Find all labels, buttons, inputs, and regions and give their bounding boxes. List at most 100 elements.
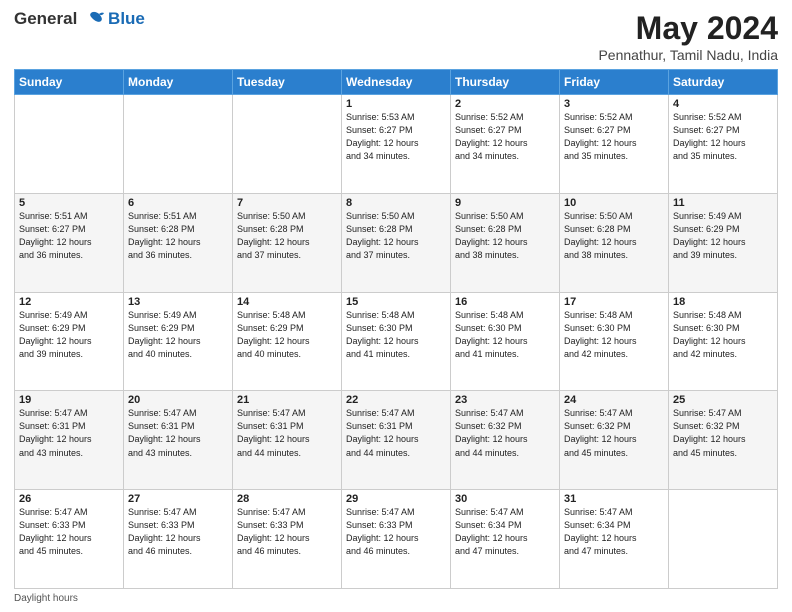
day-number: 18 — [673, 296, 773, 308]
logo-bird-icon — [83, 11, 105, 29]
calendar-cell: 1Sunrise: 5:53 AM Sunset: 6:27 PM Daylig… — [342, 95, 451, 194]
calendar-week-1: 1Sunrise: 5:53 AM Sunset: 6:27 PM Daylig… — [15, 95, 778, 194]
calendar-cell: 26Sunrise: 5:47 AM Sunset: 6:33 PM Dayli… — [15, 490, 124, 589]
calendar-cell: 12Sunrise: 5:49 AM Sunset: 6:29 PM Dayli… — [15, 292, 124, 391]
page: General Blue May 2024 Pennathur, Tamil N… — [0, 0, 792, 612]
calendar-cell: 18Sunrise: 5:48 AM Sunset: 6:30 PM Dayli… — [669, 292, 778, 391]
calendar-cell: 14Sunrise: 5:48 AM Sunset: 6:29 PM Dayli… — [233, 292, 342, 391]
day-info: Sunrise: 5:51 AM Sunset: 6:27 PM Dayligh… — [19, 210, 119, 262]
day-number: 20 — [128, 394, 228, 406]
logo-text: General — [14, 10, 105, 29]
day-number: 19 — [19, 394, 119, 406]
day-info: Sunrise: 5:47 AM Sunset: 6:31 PM Dayligh… — [346, 407, 446, 459]
day-info: Sunrise: 5:51 AM Sunset: 6:28 PM Dayligh… — [128, 210, 228, 262]
day-info: Sunrise: 5:47 AM Sunset: 6:32 PM Dayligh… — [673, 407, 773, 459]
calendar-cell: 15Sunrise: 5:48 AM Sunset: 6:30 PM Dayli… — [342, 292, 451, 391]
day-number: 12 — [19, 296, 119, 308]
day-info: Sunrise: 5:49 AM Sunset: 6:29 PM Dayligh… — [19, 309, 119, 361]
calendar-cell: 4Sunrise: 5:52 AM Sunset: 6:27 PM Daylig… — [669, 95, 778, 194]
calendar-cell: 25Sunrise: 5:47 AM Sunset: 6:32 PM Dayli… — [669, 391, 778, 490]
day-info: Sunrise: 5:50 AM Sunset: 6:28 PM Dayligh… — [346, 210, 446, 262]
calendar-cell: 13Sunrise: 5:49 AM Sunset: 6:29 PM Dayli… — [124, 292, 233, 391]
day-info: Sunrise: 5:47 AM Sunset: 6:31 PM Dayligh… — [19, 407, 119, 459]
calendar-cell: 10Sunrise: 5:50 AM Sunset: 6:28 PM Dayli… — [560, 193, 669, 292]
calendar-cell: 9Sunrise: 5:50 AM Sunset: 6:28 PM Daylig… — [451, 193, 560, 292]
calendar-cell — [15, 95, 124, 194]
calendar-cell — [669, 490, 778, 589]
calendar-table: Sunday Monday Tuesday Wednesday Thursday… — [14, 69, 778, 589]
col-sunday: Sunday — [15, 70, 124, 95]
day-info: Sunrise: 5:48 AM Sunset: 6:30 PM Dayligh… — [673, 309, 773, 361]
day-number: 26 — [19, 493, 119, 505]
day-number: 22 — [346, 394, 446, 406]
day-info: Sunrise: 5:48 AM Sunset: 6:30 PM Dayligh… — [455, 309, 555, 361]
calendar-week-5: 26Sunrise: 5:47 AM Sunset: 6:33 PM Dayli… — [15, 490, 778, 589]
day-info: Sunrise: 5:47 AM Sunset: 6:33 PM Dayligh… — [19, 506, 119, 558]
day-info: Sunrise: 5:49 AM Sunset: 6:29 PM Dayligh… — [673, 210, 773, 262]
calendar-week-3: 12Sunrise: 5:49 AM Sunset: 6:29 PM Dayli… — [15, 292, 778, 391]
day-number: 15 — [346, 296, 446, 308]
day-number: 16 — [455, 296, 555, 308]
calendar-cell: 29Sunrise: 5:47 AM Sunset: 6:33 PM Dayli… — [342, 490, 451, 589]
day-number: 6 — [128, 197, 228, 209]
day-number: 29 — [346, 493, 446, 505]
logo-blue: Blue — [108, 10, 145, 29]
subtitle: Pennathur, Tamil Nadu, India — [598, 47, 778, 63]
col-wednesday: Wednesday — [342, 70, 451, 95]
calendar-week-2: 5Sunrise: 5:51 AM Sunset: 6:27 PM Daylig… — [15, 193, 778, 292]
day-info: Sunrise: 5:47 AM Sunset: 6:34 PM Dayligh… — [455, 506, 555, 558]
day-info: Sunrise: 5:47 AM Sunset: 6:33 PM Dayligh… — [128, 506, 228, 558]
day-number: 23 — [455, 394, 555, 406]
col-saturday: Saturday — [669, 70, 778, 95]
day-number: 31 — [564, 493, 664, 505]
calendar-cell: 30Sunrise: 5:47 AM Sunset: 6:34 PM Dayli… — [451, 490, 560, 589]
calendar-cell: 16Sunrise: 5:48 AM Sunset: 6:30 PM Dayli… — [451, 292, 560, 391]
day-number: 17 — [564, 296, 664, 308]
day-info: Sunrise: 5:47 AM Sunset: 6:34 PM Dayligh… — [564, 506, 664, 558]
col-monday: Monday — [124, 70, 233, 95]
calendar-cell — [124, 95, 233, 194]
day-info: Sunrise: 5:50 AM Sunset: 6:28 PM Dayligh… — [237, 210, 337, 262]
day-number: 5 — [19, 197, 119, 209]
day-info: Sunrise: 5:48 AM Sunset: 6:29 PM Dayligh… — [237, 309, 337, 361]
calendar-cell: 3Sunrise: 5:52 AM Sunset: 6:27 PM Daylig… — [560, 95, 669, 194]
calendar-cell: 31Sunrise: 5:47 AM Sunset: 6:34 PM Dayli… — [560, 490, 669, 589]
calendar-cell: 19Sunrise: 5:47 AM Sunset: 6:31 PM Dayli… — [15, 391, 124, 490]
day-number: 11 — [673, 197, 773, 209]
day-info: Sunrise: 5:47 AM Sunset: 6:32 PM Dayligh… — [455, 407, 555, 459]
day-info: Sunrise: 5:47 AM Sunset: 6:31 PM Dayligh… — [237, 407, 337, 459]
day-info: Sunrise: 5:53 AM Sunset: 6:27 PM Dayligh… — [346, 111, 446, 163]
calendar-cell: 24Sunrise: 5:47 AM Sunset: 6:32 PM Dayli… — [560, 391, 669, 490]
calendar-cell: 7Sunrise: 5:50 AM Sunset: 6:28 PM Daylig… — [233, 193, 342, 292]
col-thursday: Thursday — [451, 70, 560, 95]
day-number: 1 — [346, 98, 446, 110]
day-number: 7 — [237, 197, 337, 209]
day-info: Sunrise: 5:50 AM Sunset: 6:28 PM Dayligh… — [455, 210, 555, 262]
day-number: 24 — [564, 394, 664, 406]
day-info: Sunrise: 5:48 AM Sunset: 6:30 PM Dayligh… — [346, 309, 446, 361]
day-info: Sunrise: 5:52 AM Sunset: 6:27 PM Dayligh… — [673, 111, 773, 163]
main-title: May 2024 — [598, 10, 778, 47]
day-info: Sunrise: 5:47 AM Sunset: 6:33 PM Dayligh… — [237, 506, 337, 558]
day-info: Sunrise: 5:50 AM Sunset: 6:28 PM Dayligh… — [564, 210, 664, 262]
header: General Blue May 2024 Pennathur, Tamil N… — [14, 10, 778, 63]
day-number: 21 — [237, 394, 337, 406]
day-number: 2 — [455, 98, 555, 110]
day-number: 13 — [128, 296, 228, 308]
day-info: Sunrise: 5:47 AM Sunset: 6:33 PM Dayligh… — [346, 506, 446, 558]
calendar-cell: 8Sunrise: 5:50 AM Sunset: 6:28 PM Daylig… — [342, 193, 451, 292]
day-number: 3 — [564, 98, 664, 110]
title-area: May 2024 Pennathur, Tamil Nadu, India — [598, 10, 778, 63]
calendar-cell: 21Sunrise: 5:47 AM Sunset: 6:31 PM Dayli… — [233, 391, 342, 490]
calendar-cell — [233, 95, 342, 194]
day-info: Sunrise: 5:47 AM Sunset: 6:32 PM Dayligh… — [564, 407, 664, 459]
col-friday: Friday — [560, 70, 669, 95]
day-number: 4 — [673, 98, 773, 110]
calendar-cell: 22Sunrise: 5:47 AM Sunset: 6:31 PM Dayli… — [342, 391, 451, 490]
day-info: Sunrise: 5:52 AM Sunset: 6:27 PM Dayligh… — [564, 111, 664, 163]
day-number: 27 — [128, 493, 228, 505]
day-number: 10 — [564, 197, 664, 209]
logo-general: General — [14, 9, 77, 28]
calendar-cell: 5Sunrise: 5:51 AM Sunset: 6:27 PM Daylig… — [15, 193, 124, 292]
footer: Daylight hours — [14, 593, 778, 604]
